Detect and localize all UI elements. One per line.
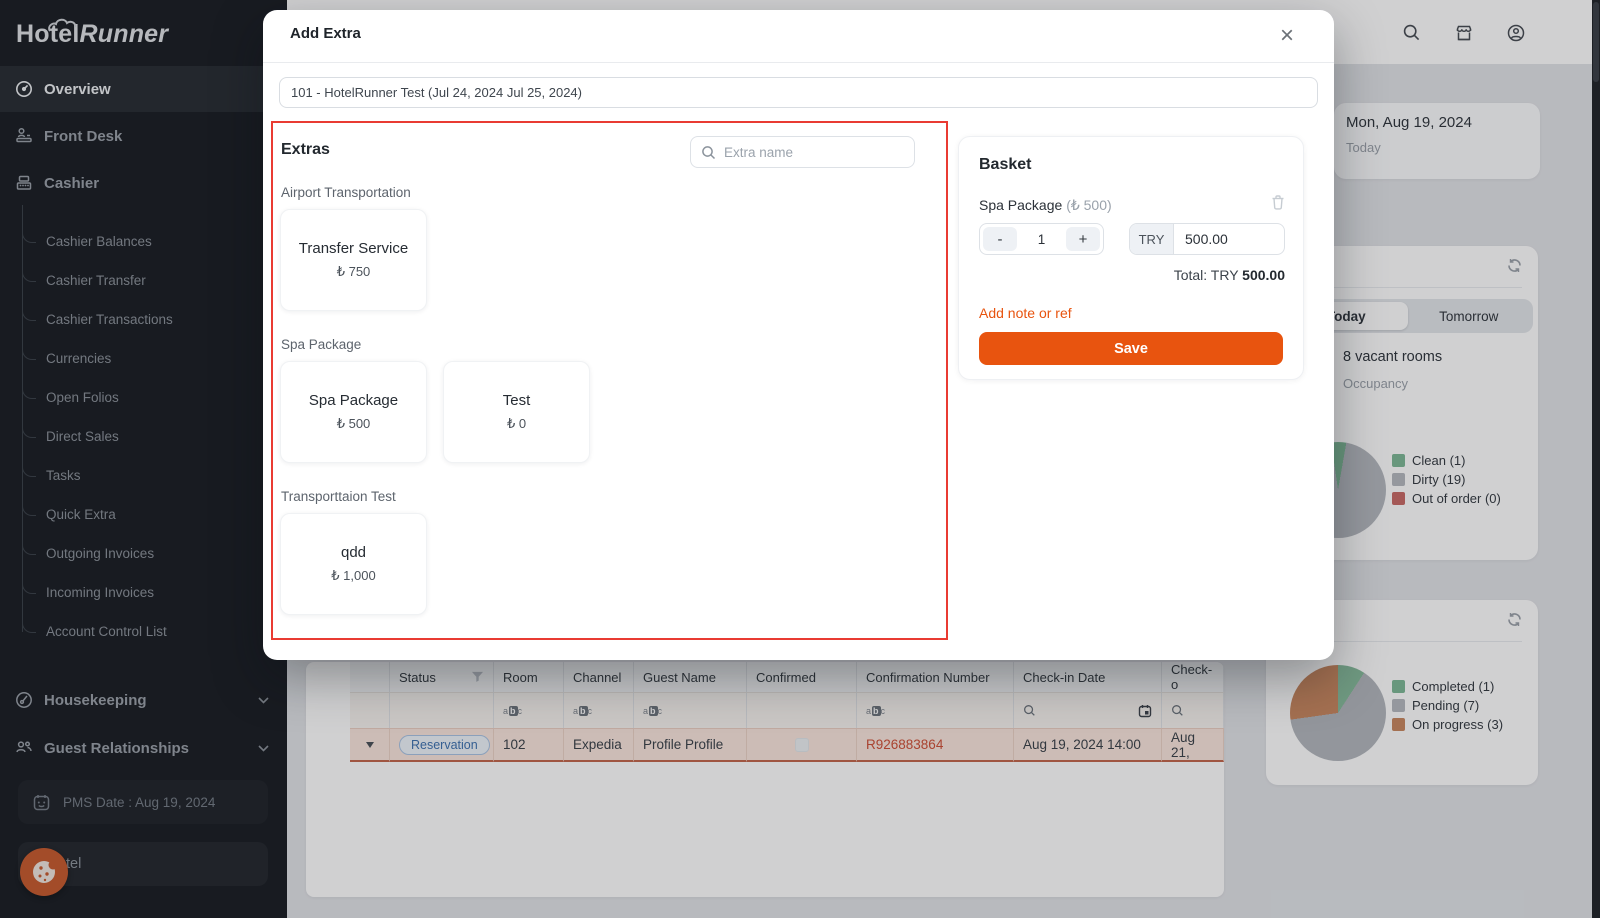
extra-title: Test [503, 392, 531, 409]
extra-group-label: Spa Package [281, 337, 361, 352]
extra-price: ₺ 1,000 [331, 568, 375, 584]
extra-card-spa-package[interactable]: Spa Package ₺ 500 [280, 361, 427, 463]
search-icon [701, 145, 716, 160]
extra-card-qdd[interactable]: qdd ₺ 1,000 [280, 513, 427, 615]
currency-label: TRY [1130, 224, 1174, 254]
modal-title: Add Extra [290, 25, 361, 42]
quantity-stepper: - 1 + [979, 223, 1104, 255]
extra-card-test[interactable]: Test ₺ 0 [443, 361, 590, 463]
extra-title: Spa Package [309, 392, 398, 409]
extra-price: ₺ 0 [507, 416, 526, 432]
quantity-increase-button[interactable]: + [1066, 227, 1100, 251]
reservation-select-value: 101 - HotelRunner Test (Jul 24, 2024 Jul… [291, 85, 582, 100]
total-value: 500.00 [1242, 267, 1285, 283]
app-root: HotelRunner Overview Front Desk Cashier … [0, 0, 1600, 918]
basket-panel: Basket Spa Package (₺ 500) - 1 + TRY 500… [958, 136, 1304, 380]
amount-input[interactable]: 500.00 [1174, 224, 1284, 254]
basket-heading: Basket [979, 156, 1031, 174]
extra-price: ₺ 750 [337, 264, 371, 280]
extra-search-input[interactable] [724, 145, 894, 160]
extras-heading: Extras [281, 141, 330, 159]
extra-group-label: Airport Transportation [281, 185, 411, 200]
extra-title: Transfer Service [299, 240, 408, 257]
add-note-link[interactable]: Add note or ref [979, 305, 1072, 321]
close-icon[interactable]: × [1280, 19, 1294, 53]
basket-total: Total: TRY 500.00 [1174, 267, 1285, 283]
extra-group-label: Transporttaion Test [281, 489, 396, 504]
extra-title: qdd [341, 544, 366, 561]
add-extra-modal: Add Extra × 101 - HotelRunner Test (Jul … [263, 10, 1334, 660]
quantity-decrease-button[interactable]: - [983, 227, 1017, 251]
extra-price: ₺ 500 [337, 416, 371, 432]
basket-item: Spa Package (₺ 500) [979, 197, 1112, 214]
extra-search-box [690, 136, 915, 168]
divider [263, 62, 1334, 63]
trash-icon[interactable] [1271, 195, 1285, 215]
total-label: Total: TRY [1174, 267, 1239, 283]
basket-item-price: (₺ 500) [1066, 197, 1111, 213]
save-button[interactable]: Save [979, 332, 1283, 365]
reservation-select[interactable]: 101 - HotelRunner Test (Jul 24, 2024 Jul… [279, 77, 1318, 108]
extra-card-transfer-service[interactable]: Transfer Service ₺ 750 [280, 209, 427, 311]
basket-item-name: Spa Package [979, 197, 1062, 213]
price-input-group: TRY 500.00 [1129, 223, 1285, 255]
quantity-value[interactable]: 1 [1020, 224, 1063, 254]
